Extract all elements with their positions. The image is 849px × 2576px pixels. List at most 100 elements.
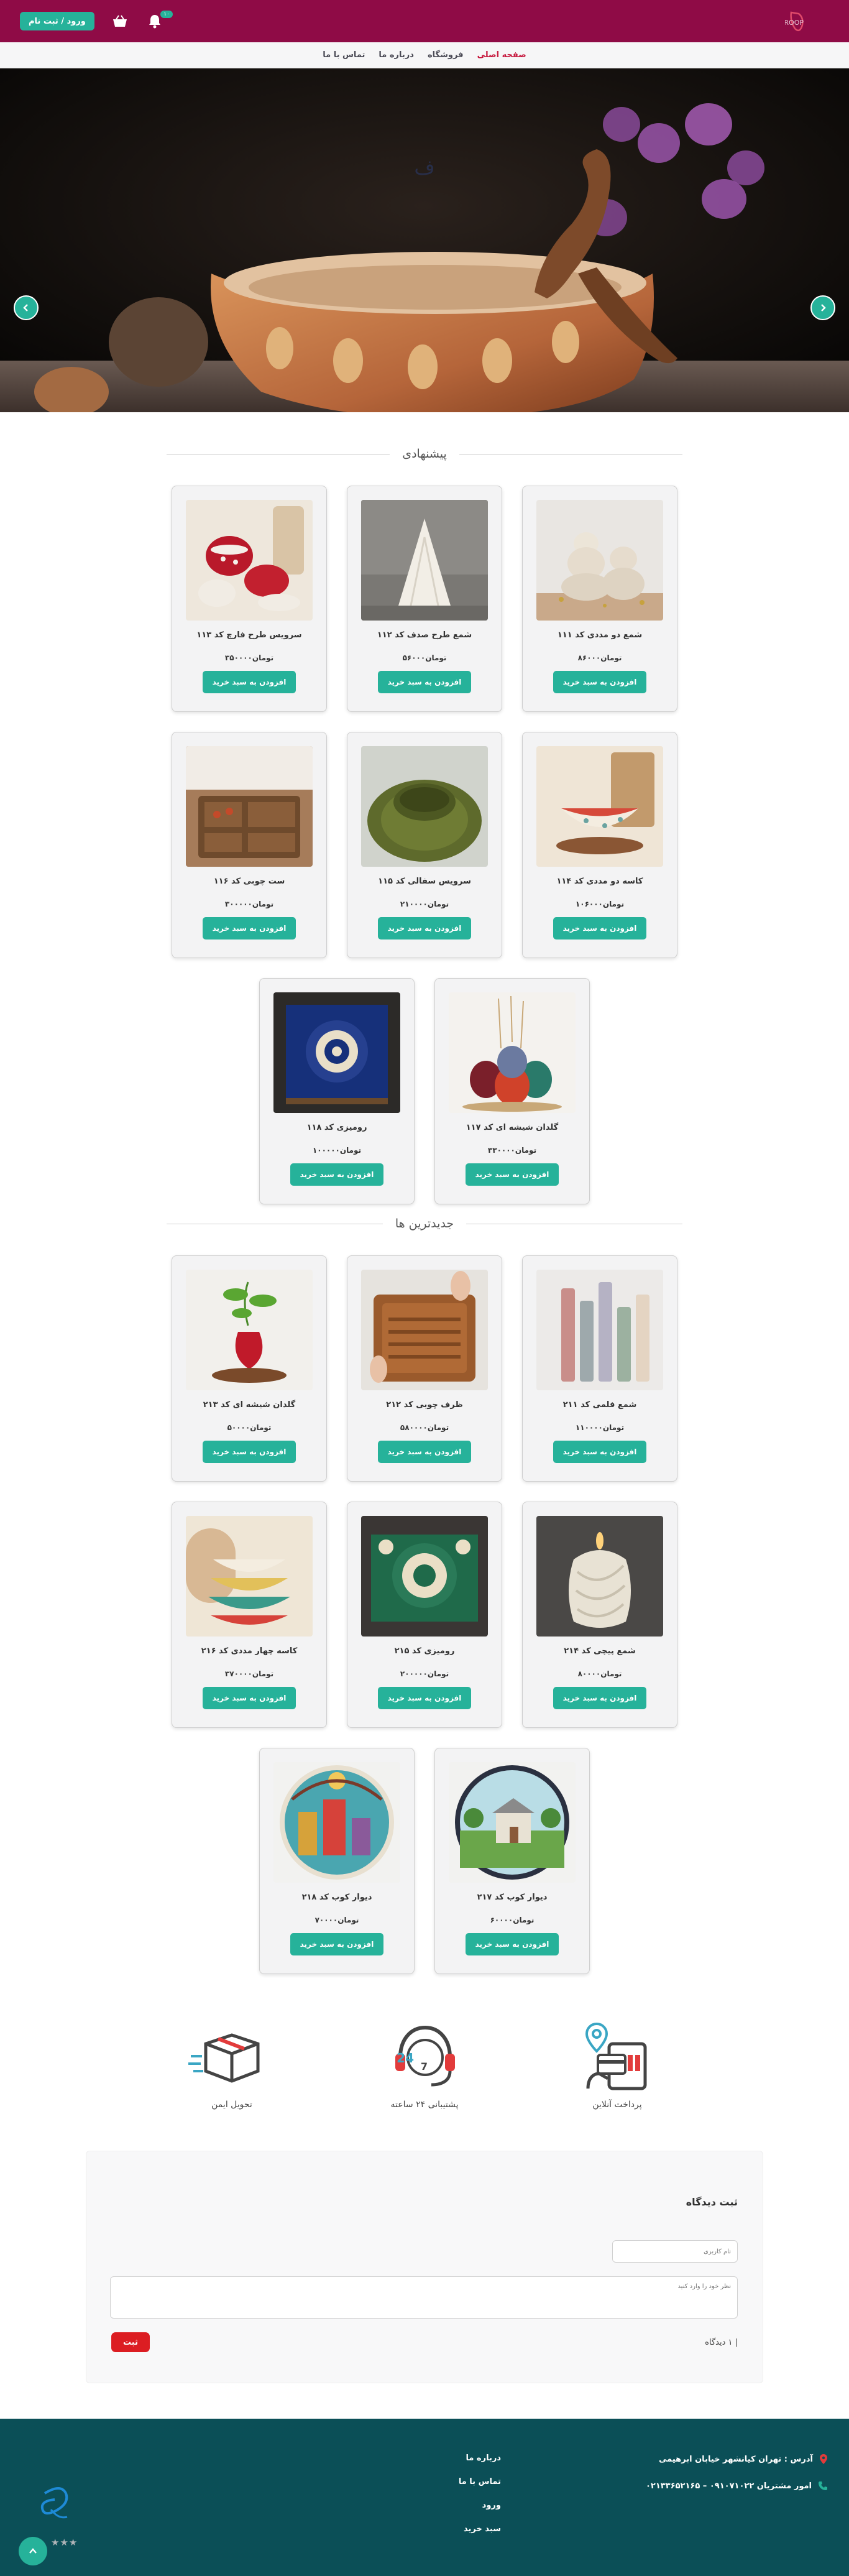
product-card[interactable]: کاسه دو مددی کد ۱۱۴ تومان۱۰۶۰۰۰ افزودن به … bbox=[522, 732, 677, 958]
product-price: تومان۱۰۶۰۰۰ bbox=[575, 900, 625, 908]
product-image[interactable] bbox=[361, 1270, 488, 1390]
product-name[interactable]: شمع دو مددی کد ۱۱۱ bbox=[558, 630, 642, 640]
chevron-left-icon bbox=[23, 304, 28, 312]
notification-badge: ۱۰ bbox=[160, 11, 173, 18]
add-to-cart-button[interactable]: افزودن به سبد خرید bbox=[290, 1933, 383, 1955]
product-card[interactable]: شمع فلمی کد ۲۱۱ تومان۱۱۰۰۰۰ افزودن به سبد … bbox=[522, 1255, 677, 1482]
product-name[interactable]: ظرف چوبی کد ۲۱۲ bbox=[386, 1400, 462, 1410]
product-name[interactable]: شمع طرح صدف کد ۱۱۲ bbox=[377, 630, 472, 640]
product-name[interactable]: کاسه دو مددی کد ۱۱۴ bbox=[557, 877, 643, 886]
product-card[interactable]: شمع دو مددی کد ۱۱۱ تومان۸۶۰۰۰ افزودن به سب… bbox=[522, 486, 677, 712]
product-image[interactable] bbox=[273, 1762, 400, 1883]
product-name[interactable]: سرویس طرح فارچ کد ۱۱۳ bbox=[196, 630, 301, 640]
comment-textarea[interactable] bbox=[110, 2276, 738, 2319]
add-to-cart-button[interactable]: افزودن به سبد خرید bbox=[553, 1687, 646, 1709]
trust-badge-logo[interactable] bbox=[32, 2481, 76, 2533]
feature-safe-delivery: تحویل ایمن bbox=[176, 2019, 288, 2110]
product-image[interactable] bbox=[536, 1270, 663, 1390]
product-image[interactable] bbox=[186, 500, 313, 621]
product-image[interactable] bbox=[273, 992, 400, 1113]
product-card[interactable]: سرویس طرح فارچ کد ۱۱۳ تومان۳۵۰۰۰۰ افزودن ب… bbox=[172, 486, 327, 712]
svg-text:24: 24 bbox=[397, 2051, 414, 2066]
add-to-cart-button[interactable]: افزودن به سبد خرید bbox=[378, 917, 471, 939]
product-image[interactable] bbox=[186, 1516, 313, 1637]
product-image[interactable] bbox=[361, 746, 488, 867]
product-name[interactable]: گلدان شیشه ای کد ۱۱۷ bbox=[466, 1123, 559, 1132]
add-to-cart-button[interactable]: افزودن به سبد خرید bbox=[203, 917, 296, 939]
product-price: تومان۱۰۰۰۰۰ bbox=[312, 1146, 362, 1155]
cart-button[interactable] bbox=[111, 12, 129, 30]
product-name[interactable]: گلدان شیشه ای کد ۲۱۳ bbox=[203, 1400, 296, 1410]
product-image[interactable] bbox=[536, 1516, 663, 1637]
product-card[interactable]: شمع پیچی کد ۲۱۴ تومان۸۰۰۰۰ افزودن به سبد خ… bbox=[522, 1502, 677, 1728]
notifications-button[interactable]: ۱۰ bbox=[145, 11, 173, 30]
add-to-cart-button[interactable]: افزودن به سبد خرید bbox=[378, 671, 471, 693]
username-input[interactable] bbox=[612, 2240, 738, 2263]
product-card[interactable]: رومیزی کد ۱۱۸ تومان۱۰۰۰۰۰ افزودن به سبد خر… bbox=[259, 978, 415, 1204]
product-name[interactable]: دیوار کوب کد ۲۱۷ bbox=[477, 1893, 548, 1902]
product-name[interactable]: ست چوبی کد ۱۱۶ bbox=[214, 877, 285, 886]
product-name[interactable]: دیوار کوب کد ۲۱۸ bbox=[302, 1893, 372, 1902]
feature-safe-delivery-label: تحویل ایمن bbox=[211, 2100, 252, 2110]
product-name[interactable]: شمع پیچی کد ۲۱۴ bbox=[564, 1646, 636, 1656]
nav-contact[interactable]: تماس با ما bbox=[323, 50, 365, 60]
product-name[interactable]: کاسه چهار مددی کد ۲۱۶ bbox=[201, 1646, 298, 1656]
add-to-cart-button[interactable]: افزودن به سبد خرید bbox=[553, 671, 646, 693]
product-name[interactable]: سرویس سفالی کد ۱۱۵ bbox=[378, 877, 471, 886]
chevron-up-icon bbox=[29, 2548, 37, 2554]
nav-home[interactable]: صفحه اصلی bbox=[477, 50, 526, 60]
product-card[interactable]: گلدان شیشه ای کد ۱۱۷ تومان۳۳۰۰۰۰ افزودن به… bbox=[434, 978, 590, 1204]
add-to-cart-button[interactable]: افزودن به سبد خرید bbox=[290, 1163, 383, 1186]
add-to-cart-button[interactable]: افزودن به سبد خرید bbox=[466, 1163, 559, 1186]
product-image[interactable] bbox=[449, 992, 576, 1113]
footer-links: درباره ما تماس با ما ورود سبد خرید bbox=[459, 2454, 501, 2534]
comment-form-title: ثبت دیدگاه bbox=[686, 2196, 738, 2208]
slider-next-button[interactable] bbox=[810, 295, 835, 320]
product-image[interactable] bbox=[361, 500, 488, 621]
product-image[interactable] bbox=[449, 1762, 576, 1883]
footer-link-about[interactable]: درباره ما bbox=[459, 2454, 501, 2463]
nav-about[interactable]: درباره ما bbox=[379, 50, 414, 60]
product-price: تومان۳۳۰۰۰۰ bbox=[487, 1146, 537, 1155]
submit-comment-button[interactable]: ثبت bbox=[111, 2332, 150, 2352]
product-card[interactable]: رومیزی کد ۲۱۵ تومان۲۰۰۰۰۰ افزودن به سبد خر… bbox=[347, 1502, 502, 1728]
product-card[interactable]: کاسه چهار مددی کد ۲۱۶ تومان۳۷۰۰۰۰ افزودن ب… bbox=[172, 1502, 327, 1728]
product-image[interactable] bbox=[536, 746, 663, 867]
product-price: تومان۶۰۰۰۰ bbox=[490, 1916, 535, 1924]
product-card[interactable]: دیوار کوب کد ۲۱۷ تومان۶۰۰۰۰ افزودن به سبد … bbox=[434, 1748, 590, 1974]
footer-phone-text: امور مشتریان ۰۹۱۰۷۱۰۲۲ – ۰۲۱۳۳۶۵۲۱۶۵ bbox=[646, 2481, 812, 2491]
product-card[interactable]: گلدان شیشه ای کد ۲۱۳ تومان۵۰۰۰۰ افزودن به … bbox=[172, 1255, 327, 1482]
add-to-cart-button[interactable]: افزودن به سبد خرید bbox=[378, 1441, 471, 1463]
add-to-cart-button[interactable]: افزودن به سبد خرید bbox=[203, 1441, 296, 1463]
add-to-cart-button[interactable]: افزودن به سبد خرید bbox=[378, 1687, 471, 1709]
add-to-cart-button[interactable]: افزودن به سبد خرید bbox=[553, 917, 646, 939]
product-image[interactable] bbox=[186, 746, 313, 867]
nav-shop[interactable]: فروشگاه bbox=[428, 50, 464, 60]
add-to-cart-button[interactable]: افزودن به سبد خرید bbox=[203, 1687, 296, 1709]
product-image[interactable] bbox=[186, 1270, 313, 1390]
phone-icon bbox=[819, 2481, 827, 2490]
scroll-to-top-button[interactable] bbox=[19, 2537, 47, 2565]
footer-link-contact[interactable]: تماس با ما bbox=[459, 2477, 501, 2486]
add-to-cart-button[interactable]: افزودن به سبد خرید bbox=[203, 671, 296, 693]
product-name[interactable]: شمع فلمی کد ۲۱۱ bbox=[563, 1400, 637, 1410]
product-image[interactable] bbox=[536, 500, 663, 621]
safe-delivery-icon bbox=[188, 2033, 260, 2083]
product-image[interactable] bbox=[361, 1516, 488, 1637]
product-card[interactable]: سرویس سفالی کد ۱۱۵ تومان۲۱۰۰۰۰ افزودن به س… bbox=[347, 732, 502, 958]
login-register-button[interactable]: ورود / ثبت نام bbox=[20, 12, 94, 30]
site-logo[interactable]: ROOP bbox=[781, 4, 829, 39]
product-card[interactable]: دیوار کوب کد ۲۱۸ تومان۷۰۰۰۰ افزودن به سبد … bbox=[259, 1748, 415, 1974]
footer-link-login[interactable]: ورود bbox=[459, 2501, 501, 2510]
product-card[interactable]: ظرف چوبی کد ۲۱۲ تومان۵۸۰۰۰۰ افزودن به سبد … bbox=[347, 1255, 502, 1482]
slider-prev-button[interactable] bbox=[14, 295, 39, 320]
add-to-cart-button[interactable]: افزودن به سبد خرید bbox=[553, 1441, 646, 1463]
newest-section-title: جدیدترین ها bbox=[395, 1217, 454, 1230]
product-card[interactable]: شمع طرح صدف کد ۱۱۲ تومان۵۶۰۰۰ افزودن به سب… bbox=[347, 486, 502, 712]
product-name[interactable]: رومیزی کد ۱۱۸ bbox=[307, 1123, 367, 1132]
product-card[interactable]: ست چوبی کد ۱۱۶ تومان۳۰۰۰۰۰ افزودن به سبد خ… bbox=[172, 732, 327, 958]
product-name[interactable]: رومیزی کد ۲۱۵ bbox=[395, 1646, 455, 1656]
footer-link-cart[interactable]: سبد خرید bbox=[459, 2524, 501, 2534]
add-to-cart-button[interactable]: افزودن به سبد خرید bbox=[466, 1933, 559, 1955]
top-header: ROOP ورود / ثبت نام ۱۰ bbox=[0, 0, 849, 42]
